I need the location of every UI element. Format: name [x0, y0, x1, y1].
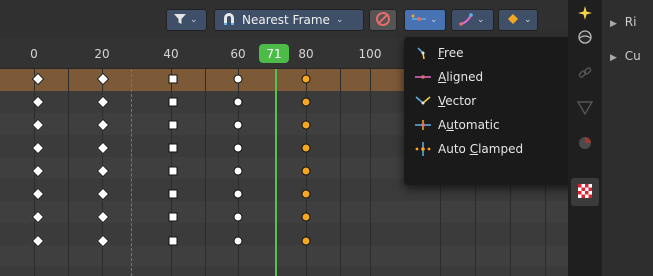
interpolation-icon — [458, 12, 474, 29]
handle-type-icon — [411, 13, 427, 28]
triangle-mesh-icon — [576, 100, 594, 118]
grid-line — [205, 69, 206, 276]
tab-constraints[interactable] — [571, 60, 599, 88]
menu-item-label: Free — [438, 46, 464, 60]
keyframe[interactable] — [168, 189, 178, 199]
handle-automatic-icon — [412, 118, 434, 132]
panel-header-label: Ri — [624, 15, 637, 29]
handle-auto-clamped-icon — [412, 142, 434, 156]
channel-row[interactable] — [0, 201, 568, 223]
magnet-icon — [221, 11, 237, 30]
current-frame-value: 71 — [266, 46, 282, 61]
channel-row[interactable] — [0, 223, 568, 245]
keyframe[interactable] — [233, 97, 243, 107]
ruler-tick: 20 — [94, 47, 110, 61]
keyframe[interactable] — [301, 189, 311, 199]
keyframe[interactable] — [168, 120, 178, 130]
grid-line — [340, 69, 341, 276]
ruler-tick: 40 — [163, 47, 179, 61]
keyframe[interactable] — [233, 74, 243, 84]
panel-header-ri[interactable]: ▶ Ri — [610, 15, 636, 29]
preview-range-line — [131, 69, 132, 276]
world-icon — [577, 29, 593, 48]
current-frame-indicator[interactable]: 71 — [259, 44, 289, 63]
channel-row[interactable] — [0, 245, 568, 267]
proportional-editing-icon — [375, 11, 391, 30]
ruler-tick: 0 — [30, 47, 38, 61]
editor-header: ⌄ Nearest Frame ⌄ ⌄ ⌄ ⌄ — [0, 0, 568, 38]
chevron-right-icon: ▶ — [610, 53, 617, 63]
keyframe[interactable] — [233, 120, 243, 130]
chevron-right-icon: ▶ — [610, 19, 617, 29]
grid-line — [370, 69, 371, 276]
interpolation-dropdown[interactable]: ⌄ — [451, 9, 494, 31]
keyframe[interactable] — [301, 74, 311, 84]
checkerboard-icon — [578, 183, 592, 201]
keyframe-type-dropdown[interactable]: ⌄ — [498, 9, 538, 31]
keyframe[interactable] — [233, 212, 243, 222]
keyframe[interactable] — [168, 143, 178, 153]
funnel-icon — [173, 12, 187, 29]
grid-line — [68, 69, 69, 276]
keyframe[interactable] — [233, 189, 243, 199]
menu-item-label: Auto Clamped — [438, 142, 524, 156]
tab-material[interactable] — [571, 130, 599, 158]
sparkle-icon — [578, 5, 592, 23]
ruler-tick: 100 — [358, 47, 382, 61]
keyframe[interactable] — [233, 166, 243, 176]
keyframe[interactable] — [301, 143, 311, 153]
playhead[interactable] — [275, 69, 277, 276]
handle-vector-icon — [412, 94, 434, 108]
chevron-down-icon: ⌄ — [190, 15, 198, 25]
properties-tab-bar — [568, 0, 602, 276]
menu-item-label: Vector — [438, 94, 477, 108]
keyframe[interactable] — [301, 120, 311, 130]
chain-link-icon — [577, 65, 593, 84]
keyframe[interactable] — [301, 236, 311, 246]
keyframe[interactable] — [233, 143, 243, 153]
tab-texture[interactable] — [571, 178, 599, 206]
panel-header-label: Cu — [624, 49, 641, 63]
properties-panel: ▶ Ri ▶ Cu — [602, 0, 653, 276]
filter-dropdown[interactable]: ⌄ — [166, 9, 207, 31]
tab-data[interactable] — [571, 95, 599, 123]
chevron-down-icon: ⌄ — [335, 15, 344, 25]
handle-free-icon — [412, 46, 434, 60]
keyframe[interactable] — [233, 236, 243, 246]
handle-aligned-icon — [412, 70, 434, 84]
chevron-down-icon: ⌄ — [477, 15, 485, 25]
chevron-down-icon: ⌄ — [430, 15, 438, 25]
chevron-down-icon: ⌄ — [524, 15, 532, 25]
proportional-editing-toggle[interactable] — [369, 9, 397, 31]
keyframe[interactable] — [168, 212, 178, 222]
menu-item-label: Aligned — [438, 70, 484, 84]
keyframe-type-icon — [507, 13, 519, 28]
ruler-tick: 80 — [298, 47, 314, 61]
handle-type-dropdown[interactable]: ⌄ — [404, 9, 446, 31]
dopesheet-editor: ⌄ Nearest Frame ⌄ ⌄ ⌄ ⌄ 0 20 40 60 80 10… — [0, 0, 653, 276]
keyframe[interactable] — [168, 74, 178, 84]
keyframe[interactable] — [301, 97, 311, 107]
keyframe[interactable] — [168, 97, 178, 107]
snap-mode-dropdown[interactable]: Nearest Frame ⌄ — [214, 9, 364, 31]
panel-header-cu[interactable]: ▶ Cu — [610, 49, 641, 63]
keyframe[interactable] — [301, 166, 311, 176]
keyframe[interactable] — [168, 166, 178, 176]
tab-world[interactable] — [571, 24, 599, 52]
channel-row[interactable] — [0, 267, 568, 276]
keyframe[interactable] — [301, 212, 311, 222]
material-sphere-icon — [578, 136, 592, 153]
menu-item-label: Automatic — [438, 118, 500, 132]
keyframe[interactable] — [168, 236, 178, 246]
snap-mode-label: Nearest Frame — [242, 13, 330, 27]
ruler-tick: 60 — [230, 47, 246, 61]
